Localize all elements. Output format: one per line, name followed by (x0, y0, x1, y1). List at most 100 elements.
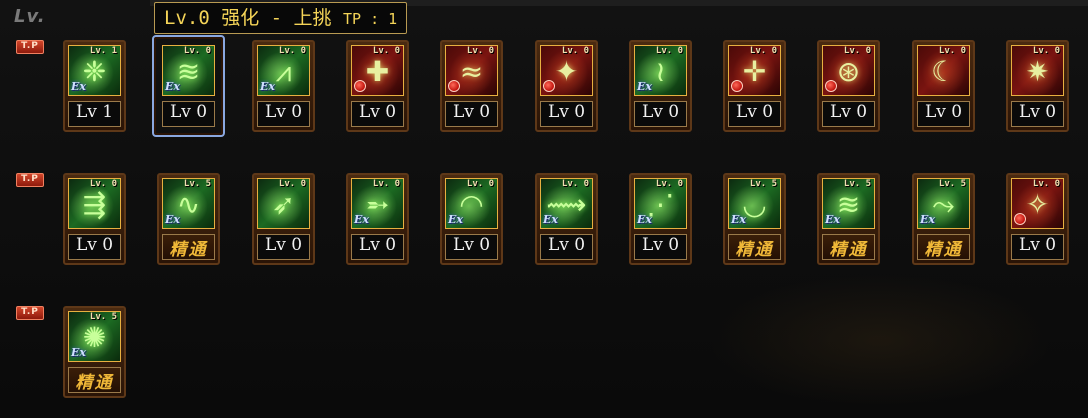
shield-cross-icon[interactable]: ✚ Lv. 0 (351, 45, 404, 96)
skill-level-label: Lv 0 (68, 234, 121, 260)
skill-level-label: Lv 0 (822, 101, 875, 127)
skill-slot[interactable]: ➵ Lv. 0 Ex Lv 0 (346, 173, 409, 265)
wind-gust-icon[interactable]: ≈ Lv. 0 (445, 45, 498, 96)
triple-blade-icon[interactable]: ⩘ Lv. 0 Ex (257, 45, 310, 96)
ex-skill-icon: Ex (637, 213, 652, 226)
skill-glyph: ⇶ (82, 188, 107, 221)
skill-mini-level: Lv. 0 (561, 179, 589, 189)
skill-slot[interactable]: ≈ Lv. 0 Lv 0 (440, 40, 503, 132)
winged-burst-icon[interactable]: ✦ Lv. 0 (540, 45, 593, 96)
vortex-icon[interactable]: ⊛ Lv. 0 (822, 45, 875, 96)
skill-slot[interactable]: ❈ Lv. 1 Ex Lv 1 (63, 40, 126, 132)
skill-slot[interactable]: ◡ Lv. 5 Ex 精通 (723, 173, 786, 265)
skill-mini-level: Lv. 5 (183, 179, 211, 189)
burst-strike-icon[interactable]: ✷ Lv. 0 (1011, 45, 1064, 96)
ex-skill-icon: Ex (637, 80, 652, 93)
skill-mini-level: Lv. 0 (466, 179, 494, 189)
ex-skill-icon: Ex (165, 213, 180, 226)
skill-level-label: Lv 0 (634, 234, 687, 260)
skill-slot[interactable]: ✛ Lv. 0 Lv 0 (723, 40, 786, 132)
skill-mini-level: Lv. 1 (89, 46, 117, 56)
skill-slot[interactable]: ✺ Lv. 5 Ex 精通 (63, 306, 126, 398)
skill-slot[interactable]: ⩘ Lv. 0 Ex Lv 0 (252, 40, 315, 132)
skill-slot[interactable]: ∿ Lv. 5 Ex 精通 (157, 173, 220, 265)
skill-slot[interactable]: ⊛ Lv. 0 Lv 0 (817, 40, 880, 132)
skill-tree-panel: Lv. Lv.0 强化 - 上挑 TP : 1 T.P T.P T.P ❈ Lv.… (0, 0, 1088, 418)
skill-mini-level: Lv. 0 (843, 46, 871, 56)
skill-mini-level: Lv. 0 (749, 46, 777, 56)
skill-level-label: Lv 0 (540, 234, 593, 260)
skill-mini-level: Lv. 5 (938, 179, 966, 189)
ex-skill-icon: Ex (543, 213, 558, 226)
claw-strike-icon[interactable]: ❈ Lv. 1 Ex (68, 45, 121, 96)
skill-glyph: ✷ (1025, 55, 1050, 88)
skill-glyph: ☾ (930, 55, 957, 88)
skill-slot[interactable]: ✷ Lv. 0 Lv 0 (1006, 40, 1069, 132)
skill-glyph: ➶ (271, 188, 296, 221)
level-column-label: Lv. (14, 6, 46, 27)
tp-badge-row-3: T.P (16, 306, 44, 320)
ex-skill-icon: Ex (71, 346, 86, 359)
tooltip-level: Lv.0 (164, 7, 210, 29)
upward-slash-icon[interactable]: ≋ Lv. 0 Ex (162, 45, 215, 96)
wave-slash-icon[interactable]: ∿ Lv. 5 Ex (162, 178, 215, 229)
energy-burst-icon[interactable]: ✺ Lv. 5 Ex (68, 311, 121, 362)
sword-plant-icon[interactable]: ✛ Lv. 0 (728, 45, 781, 96)
skill-level-label: Lv 0 (257, 101, 310, 127)
ex-skill-icon: Ex (71, 80, 86, 93)
skill-slot[interactable]: ⟿ Lv. 0 Ex Lv 0 (535, 173, 598, 265)
triple-wave-icon[interactable]: ≋ Lv. 5 Ex (822, 178, 875, 229)
sweep-slash-icon[interactable]: ⟿ Lv. 0 Ex (540, 178, 593, 229)
awakening-mark-icon (731, 80, 743, 92)
awakening-mark-icon (354, 80, 366, 92)
skill-mini-level: Lv. 0 (561, 46, 589, 56)
crescent-slash-icon[interactable]: ☾ Lv. 0 (917, 45, 970, 96)
skill-slot[interactable]: ✧ Lv. 0 Lv 0 (1006, 173, 1069, 265)
skill-slot[interactable]: ⋰ Lv. 0 Ex Lv 0 (629, 173, 692, 265)
dash-slash-icon[interactable]: ⇶ Lv. 0 (68, 178, 121, 229)
skill-level-label: Lv 0 (445, 234, 498, 260)
skill-slot[interactable]: ≀ Lv. 0 Ex Lv 0 (629, 40, 692, 132)
skill-level-label: Lv 0 (728, 101, 781, 127)
skill-mini-level: Lv. 5 (89, 312, 117, 322)
arc-slash-icon[interactable]: ◠ Lv. 0 Ex (445, 178, 498, 229)
skill-level-label: Lv 0 (257, 234, 310, 260)
skill-mini-level: Lv. 0 (938, 46, 966, 56)
skill-slot[interactable]: ⇶ Lv. 0 Lv 0 (63, 173, 126, 265)
ex-skill-icon: Ex (354, 213, 369, 226)
skill-slot[interactable]: ≋ Lv. 0 Ex Lv 0 (152, 35, 225, 137)
crescent-wave-icon[interactable]: ◡ Lv. 5 Ex (728, 178, 781, 229)
skill-mini-level: Lv. 0 (372, 46, 400, 56)
ex-skill-icon: Ex (825, 213, 840, 226)
ex-skill-icon: Ex (731, 213, 746, 226)
skill-slot[interactable]: ✚ Lv. 0 Lv 0 (346, 40, 409, 132)
skill-level-label: Lv 0 (634, 101, 687, 127)
skill-mini-level: Lv. 0 (655, 46, 683, 56)
skill-slot[interactable]: ⤳ Lv. 5 Ex 精通 (912, 173, 975, 265)
skill-mini-level: Lv. 0 (655, 179, 683, 189)
skill-slot[interactable]: ≋ Lv. 5 Ex 精通 (817, 173, 880, 265)
skill-mastery-label: 精通 (917, 234, 970, 260)
light-pillar-icon[interactable]: ✧ Lv. 0 (1011, 178, 1064, 229)
skill-tooltip: Lv.0 强化 - 上挑 TP : 1 (154, 2, 408, 34)
skill-slot[interactable]: ◠ Lv. 0 Ex Lv 0 (440, 173, 503, 265)
skill-level-label: Lv 0 (351, 234, 404, 260)
skill-mastery-label: 精通 (162, 234, 215, 260)
skill-slot[interactable]: ☾ Lv. 0 Lv 0 (912, 40, 975, 132)
curve-slash-icon[interactable]: ⤳ Lv. 5 Ex (917, 178, 970, 229)
skill-level-label: Lv 0 (1011, 234, 1064, 260)
skill-mini-level: Lv. 0 (466, 46, 494, 56)
awakening-mark-icon (543, 80, 555, 92)
skill-mini-level: Lv. 0 (278, 46, 306, 56)
skill-slot[interactable]: ➶ Lv. 0 Lv 0 (252, 173, 315, 265)
rising-slash-icon[interactable]: ⋰ Lv. 0 Ex (634, 178, 687, 229)
thrust-icon[interactable]: ➶ Lv. 0 (257, 178, 310, 229)
skill-mini-level: Lv. 0 (1032, 46, 1060, 56)
spiral-slash-icon[interactable]: ≀ Lv. 0 Ex (634, 45, 687, 96)
skill-slot[interactable]: ✦ Lv. 0 Lv 0 (535, 40, 598, 132)
awakening-mark-icon (825, 80, 837, 92)
skill-mastery-label: 精通 (822, 234, 875, 260)
skill-level-label: Lv 0 (162, 101, 215, 127)
ex-skill-icon: Ex (920, 213, 935, 226)
piercing-dash-icon[interactable]: ➵ Lv. 0 Ex (351, 178, 404, 229)
